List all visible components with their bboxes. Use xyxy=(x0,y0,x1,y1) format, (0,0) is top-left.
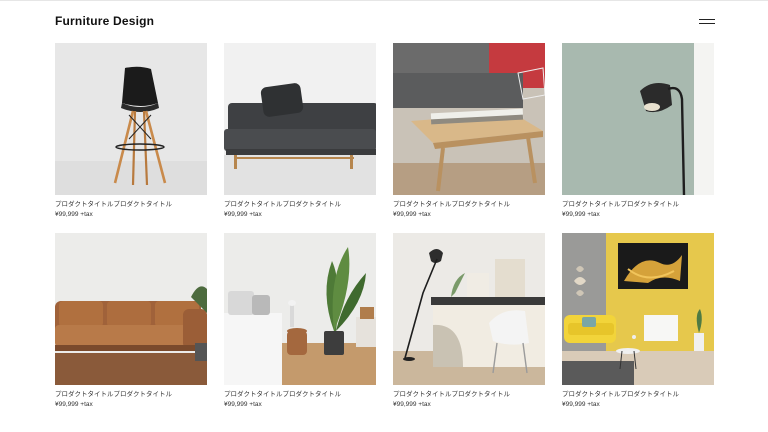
product-grid: プロダクトタイトルプロダクトタイトル ¥99,999 +tax プロダクトタイト… xyxy=(55,43,714,409)
product-price: ¥99,999 +tax xyxy=(224,401,262,408)
product-image-lamp[interactable] xyxy=(562,43,714,195)
product-price: ¥99,999 +tax xyxy=(562,211,600,218)
product-title[interactable]: プロダクトタイトルプロダクトタイトル xyxy=(224,200,376,209)
product-card[interactable]: プロダクトタイトルプロダクトタイトル ¥99,999 +tax xyxy=(562,233,714,409)
product-card[interactable]: プロダクトタイトルプロダクトタイトル ¥99,999 +tax xyxy=(562,43,714,219)
product-card[interactable]: プロダクトタイトルプロダクトタイトル ¥99,999 +tax xyxy=(393,233,545,409)
product-image-sofa[interactable] xyxy=(224,43,376,195)
product-card[interactable]: プロダクトタイトルプロダクトタイトル ¥99,999 +tax xyxy=(224,233,376,409)
product-title[interactable]: プロダクトタイトルプロダクトタイトル xyxy=(393,200,545,209)
product-price: ¥99,999 +tax xyxy=(224,211,262,218)
product-image-table[interactable] xyxy=(393,43,545,195)
product-image-chair[interactable] xyxy=(55,43,207,195)
product-image-bedroom[interactable] xyxy=(224,233,376,385)
product-image-leather-sofa[interactable] xyxy=(55,233,207,385)
product-card[interactable]: プロダクトタイトルプロダクトタイトル ¥99,999 +tax xyxy=(224,43,376,219)
product-title[interactable]: プロダクトタイトルプロダクトタイトル xyxy=(393,390,545,399)
top-border xyxy=(0,0,768,1)
site-logo[interactable]: Furniture Design xyxy=(55,14,154,28)
product-title[interactable]: プロダクトタイトルプロダクトタイトル xyxy=(55,200,207,209)
hamburger-menu-icon[interactable] xyxy=(699,18,715,26)
product-image-desk[interactable] xyxy=(393,233,545,385)
product-price: ¥99,999 +tax xyxy=(393,401,431,408)
product-price: ¥99,999 +tax xyxy=(562,401,600,408)
product-price: ¥99,999 +tax xyxy=(55,401,93,408)
product-title[interactable]: プロダクトタイトルプロダクトタイトル xyxy=(562,390,714,399)
product-card[interactable]: プロダクトタイトルプロダクトタイトル ¥99,999 +tax xyxy=(393,43,545,219)
product-card[interactable]: プロダクトタイトルプロダクトタイトル ¥99,999 +tax xyxy=(55,43,207,219)
product-title[interactable]: プロダクトタイトルプロダクトタイトル xyxy=(55,390,207,399)
site-header: Furniture Design xyxy=(55,13,715,33)
product-price: ¥99,999 +tax xyxy=(55,211,93,218)
product-card[interactable]: プロダクトタイトルプロダクトタイトル ¥99,999 +tax xyxy=(55,233,207,409)
product-title[interactable]: プロダクトタイトルプロダクトタイトル xyxy=(224,390,376,399)
product-image-yellow-room[interactable] xyxy=(562,233,714,385)
product-price: ¥99,999 +tax xyxy=(393,211,431,218)
product-title[interactable]: プロダクトタイトルプロダクトタイトル xyxy=(562,200,714,209)
